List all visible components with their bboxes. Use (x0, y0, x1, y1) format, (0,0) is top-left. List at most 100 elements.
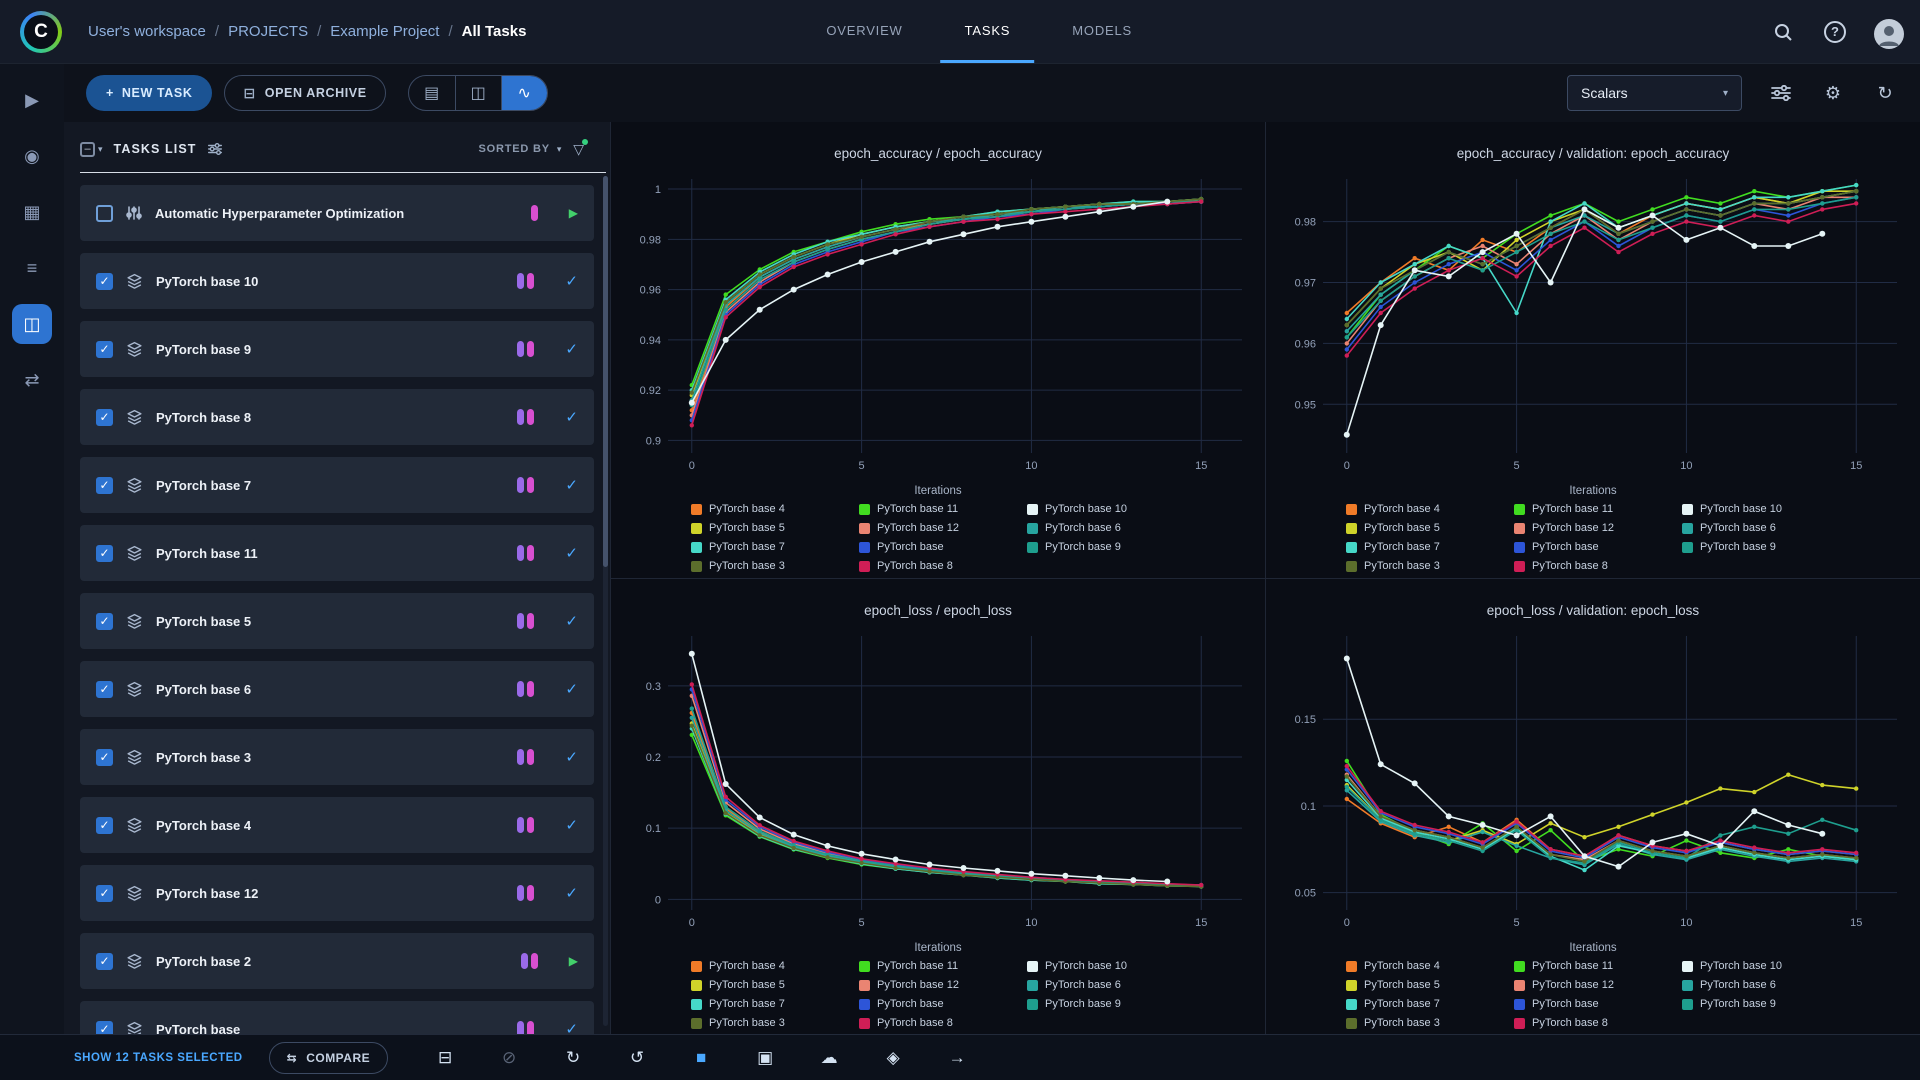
legend-item[interactable]: PyTorch base 10 (1027, 959, 1185, 974)
help-icon[interactable]: ? (1824, 20, 1846, 43)
select-all-checkbox[interactable]: – ▾ (80, 141, 103, 157)
filter-settings-icon[interactable] (1768, 80, 1794, 106)
legend-item[interactable]: PyTorch base 11 (859, 502, 1017, 517)
legend-item[interactable]: PyTorch base 12 (1514, 978, 1672, 993)
legend-item[interactable]: PyTorch base 7 (1346, 540, 1504, 555)
publish-button[interactable]: ☁ (818, 1048, 840, 1068)
sorted-by-button[interactable]: SORTED BY ▾ (479, 143, 563, 155)
legend-item[interactable]: PyTorch base 8 (859, 559, 1017, 574)
task-row[interactable]: ✓ PyTorch base 2 ▶ (80, 933, 594, 989)
breadcrumb-item[interactable]: Example Project (330, 23, 439, 40)
reset-button[interactable]: ↻ (562, 1048, 584, 1068)
auto-refresh-icon[interactable]: ↻ (1872, 80, 1898, 106)
task-checkbox[interactable]: ✓ (96, 612, 113, 630)
task-checkbox[interactable] (96, 204, 113, 222)
split-view-button[interactable]: ◫ (454, 76, 501, 110)
legend-item[interactable]: PyTorch base 5 (691, 521, 849, 536)
chart-view-button[interactable]: ∿ (500, 76, 547, 110)
legend-item[interactable]: PyTorch base 8 (1514, 1016, 1672, 1031)
legend-item[interactable]: PyTorch base (859, 540, 1017, 555)
capture-button[interactable]: ▣ (754, 1048, 776, 1068)
legend-item[interactable]: PyTorch base 4 (691, 502, 849, 517)
task-row[interactable]: ✓ PyTorch base 4 ✓ (80, 797, 594, 853)
task-checkbox[interactable]: ✓ (96, 816, 113, 834)
task-checkbox[interactable]: ✓ (96, 748, 113, 766)
task-row[interactable]: ✓ PyTorch base 10 ✓ (80, 253, 594, 309)
archive-button[interactable]: ⊟ (434, 1048, 456, 1068)
legend-item[interactable]: PyTorch base 9 (1682, 540, 1840, 555)
chart-plot[interactable]: 0.95 0.96 0.97 0.98 0 5 10 15 (1273, 167, 1913, 483)
task-row[interactable]: ✓ PyTorch base 9 ✓ (80, 321, 594, 377)
legend-item[interactable]: PyTorch base 10 (1682, 959, 1840, 974)
legend-item[interactable]: PyTorch base 6 (1027, 521, 1185, 536)
task-checkbox[interactable]: ✓ (96, 952, 113, 970)
task-checkbox[interactable]: ✓ (96, 680, 113, 698)
task-checkbox[interactable]: ✓ (96, 476, 113, 494)
abort-button[interactable]: ■ (690, 1048, 712, 1068)
task-checkbox[interactable]: ✓ (96, 408, 113, 426)
legend-item[interactable]: PyTorch base 11 (1514, 502, 1672, 517)
task-row[interactable]: ✓ PyTorch base 12 ✓ (80, 865, 594, 921)
avatar[interactable] (1874, 18, 1904, 49)
legend-item[interactable]: PyTorch base 3 (691, 1016, 849, 1031)
tab-models[interactable]: MODELS (1048, 0, 1156, 63)
history-button[interactable]: ↺ (626, 1048, 648, 1068)
legend-item[interactable]: PyTorch base 3 (691, 559, 849, 574)
task-row[interactable]: ✓ PyTorch base 6 ✓ (80, 661, 594, 717)
breadcrumb-item[interactable]: PROJECTS (228, 23, 308, 40)
task-checkbox[interactable]: ✓ (96, 272, 113, 290)
pipelines-icon[interactable]: ≡ (12, 248, 52, 288)
legend-item[interactable]: PyTorch base 3 (1346, 559, 1504, 574)
legend-item[interactable]: PyTorch base 12 (1514, 521, 1672, 536)
open-archive-button[interactable]: ⊟ OPEN ARCHIVE (224, 75, 386, 111)
move-to-button[interactable]: → (946, 1048, 968, 1068)
legend-item[interactable]: PyTorch base 4 (691, 959, 849, 974)
datasets-icon[interactable]: ▦ (12, 192, 52, 232)
settings-icon[interactable]: ⚙ (1820, 80, 1846, 106)
task-row[interactable]: ✓ PyTorch base 7 ✓ (80, 457, 594, 513)
legend-item[interactable]: PyTorch base 10 (1027, 502, 1185, 517)
tab-tasks[interactable]: TASKS (940, 0, 1035, 63)
legend-item[interactable]: PyTorch base 4 (1346, 959, 1504, 974)
clearml-logo[interactable]: C (20, 10, 62, 53)
task-row[interactable]: ✓ PyTorch base 3 ✓ (80, 729, 594, 785)
legend-item[interactable]: PyTorch base 6 (1682, 978, 1840, 993)
task-row[interactable]: ✓ PyTorch base 5 ✓ (80, 593, 594, 649)
legend-item[interactable]: PyTorch base 11 (1514, 959, 1672, 974)
legend-item[interactable]: PyTorch base 5 (1346, 978, 1504, 993)
legend-item[interactable]: PyTorch base 9 (1027, 540, 1185, 555)
legend-item[interactable]: PyTorch base 6 (1027, 978, 1185, 993)
legend-item[interactable]: PyTorch base (1514, 540, 1672, 555)
chart-plot[interactable]: 0.90.920.940.960.9810 5 10 15 (618, 167, 1258, 483)
legend-item[interactable]: PyTorch base 11 (859, 959, 1017, 974)
legend-item[interactable]: PyTorch base 9 (1682, 997, 1840, 1012)
legend-item[interactable]: PyTorch base 7 (691, 997, 849, 1012)
compare-button[interactable]: ⇆ COMPARE (268, 1041, 389, 1074)
legend-item[interactable]: PyTorch base 5 (691, 978, 849, 993)
legend-item[interactable]: PyTorch base 8 (1514, 559, 1672, 574)
orchestration-icon[interactable]: ⇄ (12, 360, 52, 400)
filter-icon[interactable]: ▽ (573, 138, 588, 158)
breadcrumb-item[interactable]: All Tasks (462, 23, 527, 40)
experiments-icon[interactable]: ◫ (12, 304, 52, 344)
task-row[interactable]: Automatic Hyperparameter Optimization ▶ (80, 185, 594, 241)
legend-item[interactable]: PyTorch base 3 (1346, 1016, 1504, 1031)
tags-button[interactable]: ◈ (882, 1048, 904, 1068)
dashboard-icon[interactable]: ▶ (12, 80, 52, 120)
metric-select[interactable]: Scalars ▾ (1567, 75, 1742, 111)
task-checkbox[interactable]: ✓ (96, 340, 113, 358)
legend-item[interactable]: PyTorch base 4 (1346, 502, 1504, 517)
table-view-button[interactable]: ▤ (409, 76, 455, 110)
legend-item[interactable]: PyTorch base (859, 997, 1017, 1012)
chart-plot[interactable]: 0 0.1 0.2 0.3 0 5 10 15 (618, 624, 1258, 940)
task-checkbox[interactable]: ✓ (96, 544, 113, 562)
show-selected-link[interactable]: SHOW 12 TASKS SELECTED (74, 1052, 243, 1064)
legend-item[interactable]: PyTorch base 5 (1346, 521, 1504, 536)
task-row[interactable]: ✓ PyTorch base 8 ✓ (80, 389, 594, 445)
legend-item[interactable]: PyTorch base 7 (1346, 997, 1504, 1012)
new-task-button[interactable]: + NEW TASK (86, 75, 213, 111)
task-row[interactable]: ✓ PyTorch base 11 ✓ (80, 525, 594, 581)
legend-item[interactable]: PyTorch base 10 (1682, 502, 1840, 517)
legend-item[interactable]: PyTorch base 6 (1682, 521, 1840, 536)
tab-overview[interactable]: OVERVIEW (802, 0, 926, 63)
